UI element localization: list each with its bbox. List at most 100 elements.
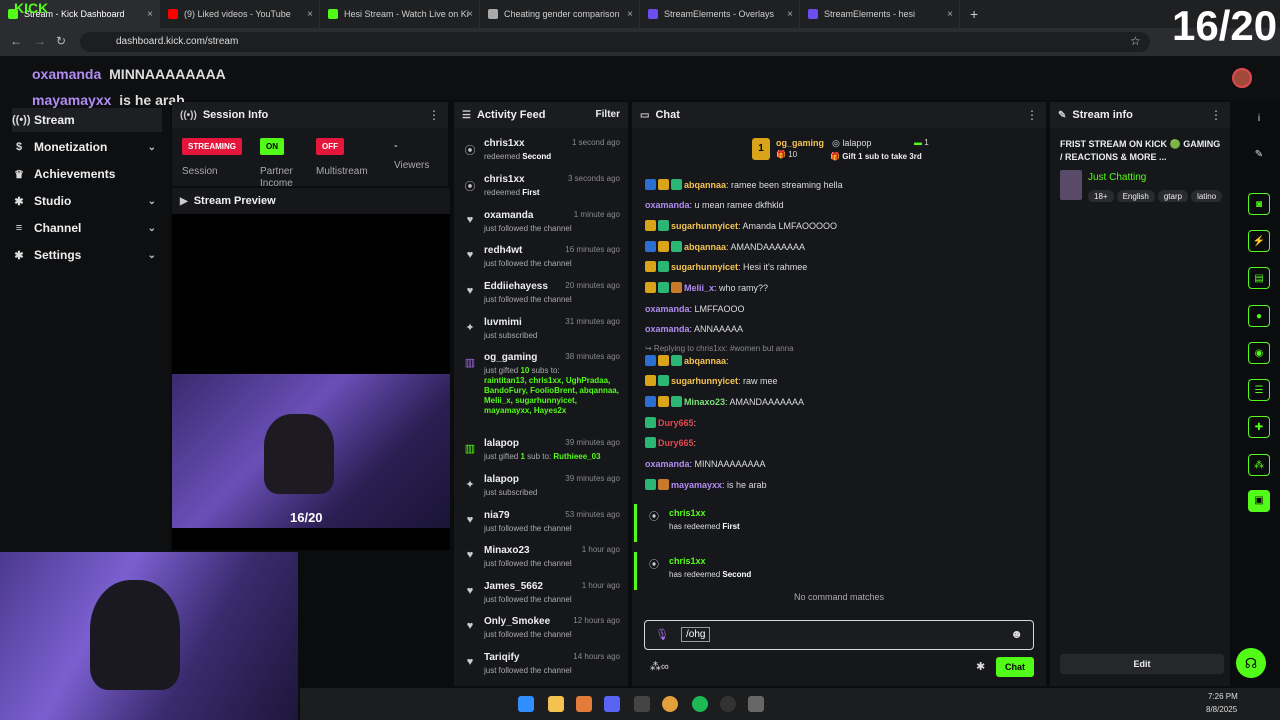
chat-message[interactable]: abqannaa: AMANDAAAAAAA [645, 240, 805, 254]
sidebar-item-monetization[interactable]: $ Monetization ⌄ [12, 135, 162, 159]
broadcast-icon[interactable]: ◉ [1248, 342, 1270, 364]
app-icon-2[interactable] [748, 696, 764, 712]
kebab-menu-icon[interactable]: ⋮ [428, 108, 440, 122]
activity-username[interactable]: luvmimi [484, 317, 522, 328]
browser-tab[interactable]: Hesi Stream - Watch Live on Ki × [320, 0, 480, 28]
chat-username[interactable]: abqannaa [684, 242, 726, 252]
app-icon[interactable] [576, 696, 592, 712]
tab-close-icon[interactable]: × [467, 9, 473, 20]
chat-message[interactable]: oxamanda: ANNAAAAA [645, 322, 743, 336]
activity-username[interactable]: lalapop [484, 438, 519, 449]
activity-username[interactable]: Minaxo23 [484, 545, 530, 556]
chevron-down-icon[interactable]: ⌄ [148, 250, 156, 261]
bookmark-star-icon[interactable]: ☆ [1130, 34, 1141, 48]
sidebar-item-stream[interactable]: ((•)) Stream [12, 108, 162, 132]
activity-username[interactable]: Only_Smokee [484, 616, 550, 627]
discord-icon[interactable] [604, 696, 620, 712]
activity-username[interactable]: Tariqify [484, 652, 519, 663]
tab-close-icon[interactable]: × [307, 9, 313, 20]
lightning-icon[interactable]: ⚡ [1248, 230, 1270, 252]
partner-income-badge[interactable]: ON [260, 138, 284, 155]
chat-message[interactable]: Melii_x: who ramy?? [645, 281, 768, 295]
chat-username[interactable]: oxamanda [645, 459, 690, 469]
activity-item[interactable]: ♥ Only_Smokee 12 hours ago just followed th… [462, 616, 626, 652]
chat-username[interactable]: Dury665 [658, 418, 694, 428]
stream-tag[interactable]: 18+ [1088, 190, 1114, 202]
wrench-icon[interactable]: ✚ [1248, 416, 1270, 438]
chevron-down-icon[interactable]: ⌄ [148, 196, 156, 207]
sidebar-item-achievements[interactable]: ♛ Achievements [12, 162, 162, 186]
category-name[interactable]: Just Chatting [1088, 172, 1146, 183]
activity-item[interactable]: ♥ nia79 53 minutes ago just followed the ch… [462, 510, 626, 546]
chat-message[interactable]: oxamanda: u mean ramee dkfhkld [645, 198, 784, 212]
users-icon[interactable]: ⁂ [1248, 454, 1270, 476]
activity-username[interactable]: lalapop [484, 474, 519, 485]
chevron-down-icon[interactable]: ⌄ [148, 142, 156, 153]
explorer-icon[interactable] [548, 696, 564, 712]
tab-close-icon[interactable]: × [787, 9, 793, 20]
chat-username[interactable]: mayamayxx [671, 480, 722, 490]
chat-username[interactable]: sugarhunnyicet [671, 262, 738, 272]
activity-item[interactable]: ⦿ chris1xx 3 seconds ago redeemed First [462, 174, 626, 210]
chat-username[interactable]: Minaxo23 [684, 397, 725, 407]
chat-username[interactable]: abqannaa [684, 180, 726, 190]
activity-item[interactable]: ♥ Minaxo23 1 hour ago just followed the cha… [462, 545, 626, 581]
chat-message[interactable]: sugarhunnyicet: Hesi it's rahmee [645, 260, 807, 274]
activity-username[interactable]: Eddiiehayess [484, 281, 548, 292]
activity-item[interactable]: ♥ Eddiiehayess 20 minutes ago just followed… [462, 281, 626, 317]
spotify-icon[interactable] [692, 696, 708, 712]
sidebar-item-settings[interactable]: ✱ Settings ⌄ [12, 243, 162, 267]
stream-tag[interactable]: gtarp [1157, 190, 1189, 202]
chevron-down-icon[interactable]: ⌄ [148, 223, 156, 234]
obs-icon[interactable] [720, 696, 736, 712]
gift-cta[interactable]: 🎁 Gift 1 sub to take 3rd [830, 152, 922, 161]
new-tab-button[interactable]: + [970, 6, 978, 22]
activity-item[interactable]: ♥ Tariqify 14 hours ago just followed the c… [462, 652, 626, 688]
browser-tab[interactable]: Cheating gender comparison × [480, 0, 640, 28]
stream-preview-video[interactable]: 16/20 [172, 374, 450, 528]
sidebar-item-channel[interactable]: ≡ Channel ⌄ [12, 216, 162, 240]
chat-send-button[interactable]: Chat [996, 657, 1034, 677]
activity-item[interactable]: ✦ luvmimi 31 minutes ago just subscribed [462, 317, 626, 353]
chat-message[interactable]: Minaxo23: AMANDAAAAAAA [645, 395, 804, 409]
activity-item[interactable]: ✦ lalapop 39 minutes ago just subscribed [462, 474, 626, 510]
chat-settings-icon[interactable]: ✱ [976, 660, 985, 673]
tab-close-icon[interactable]: × [627, 9, 633, 20]
support-icon[interactable]: ☊ [1236, 648, 1266, 678]
chat-input[interactable]: /ohg [681, 627, 711, 642]
chat-message[interactable]: oxamanda: LMFFAOOO [645, 302, 745, 316]
multistream-badge[interactable]: OFF [316, 138, 344, 155]
activity-item-gift[interactable]: ▥ og_gaming 38 minutes ago just gifted 10 s… [462, 352, 626, 432]
redeem-username[interactable]: chris1xx [669, 556, 706, 566]
browser-tab[interactable]: StreamElements - Overlays × [640, 0, 800, 28]
chat-username[interactable]: sugarhunnyicet [671, 221, 738, 231]
stream-tag[interactable]: latino [1191, 190, 1223, 202]
activity-username[interactable]: nia79 [484, 510, 510, 521]
chat-username[interactable]: oxamanda [645, 324, 690, 334]
activity-username[interactable]: oxamanda [484, 210, 533, 221]
top-gifter-1-name[interactable]: og_gaming [776, 138, 824, 148]
chat-message[interactable]: sugarhunnyicet: Amanda LMFAOOOOO [645, 219, 837, 233]
activity-item[interactable]: ♥ oxamanda 1 minute ago just followed the c… [462, 210, 626, 246]
chat-icon[interactable]: ● [1248, 305, 1270, 327]
tab-close-icon[interactable]: × [947, 9, 953, 20]
activity-username[interactable]: redh4wt [484, 245, 522, 256]
list-icon[interactable]: ☰ [1248, 379, 1270, 401]
activity-item[interactable]: ♥ redh4wt 16 minutes ago just followed the … [462, 245, 626, 281]
chat-username[interactable]: oxamanda [645, 304, 690, 314]
edit-stream-info-button[interactable]: Edit [1060, 654, 1224, 674]
activity-username[interactable]: chris1xx [484, 138, 525, 149]
chat-username[interactable]: Melii_x [684, 283, 714, 293]
chat-message[interactable]: sugarhunnyicet: raw mee [645, 374, 778, 388]
activity-username[interactable]: og_gaming [484, 352, 537, 363]
chat-message[interactable]: Dury665: [645, 416, 696, 430]
chat-message[interactable]: Dury665: [645, 436, 696, 450]
browser-tab[interactable]: StreamElements - hesi × [800, 0, 960, 28]
app-icon[interactable]: ▣ [1248, 490, 1270, 512]
chat-message[interactable]: oxamanda: MINNAAAAAAAA [645, 457, 766, 471]
camera-icon[interactable]: ◙ [1248, 193, 1270, 215]
stream-tag[interactable]: English [1116, 190, 1155, 202]
pencil-icon[interactable]: ✎ [1248, 144, 1270, 166]
activity-item-gift[interactable]: ▥ lalapop 39 minutes ago just gifted 1 sub … [462, 438, 626, 474]
microphone-icon[interactable]: 🎙 [655, 628, 669, 641]
